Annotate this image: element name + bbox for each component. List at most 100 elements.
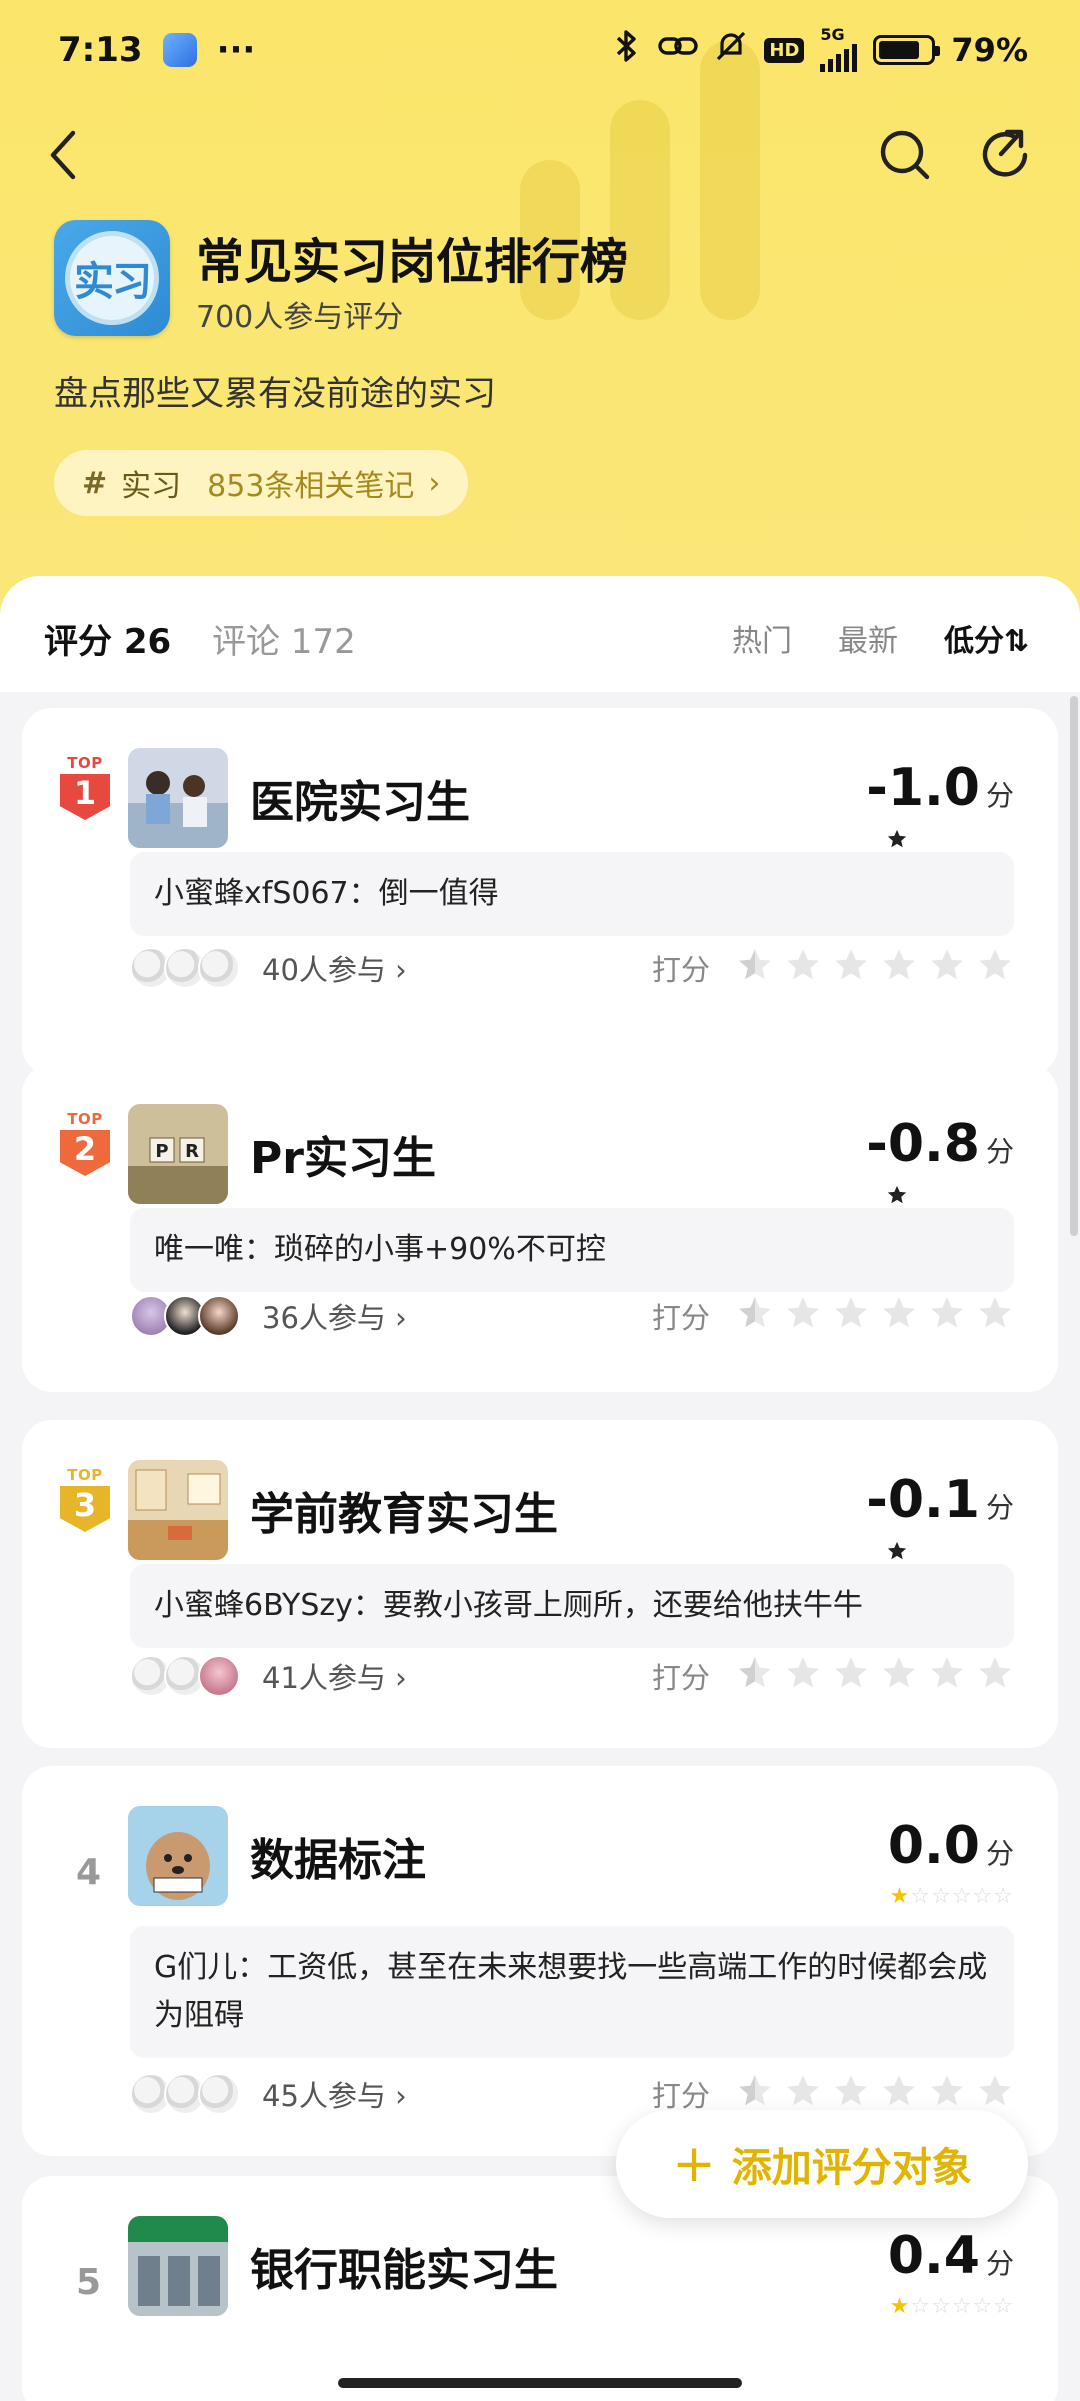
rate-star-icon[interactable] bbox=[928, 1654, 966, 1698]
page-title: 常见实习岗位排行榜 bbox=[196, 234, 629, 290]
svg-text:P: P bbox=[155, 1141, 168, 1162]
add-rating-target-label: 添加评分对象 bbox=[731, 2145, 972, 2191]
rate-star-icon[interactable] bbox=[880, 946, 918, 990]
rate-star-icon[interactable] bbox=[976, 946, 1014, 990]
item-score: -0.1 分 bbox=[866, 1470, 1014, 1530]
battery-percent: 79% bbox=[951, 31, 1028, 69]
topic-tag-link[interactable]: # 实习 853条相关笔记 › bbox=[54, 450, 469, 516]
item-name[interactable]: Pr实习生 bbox=[250, 1122, 436, 1186]
rate-star-icon[interactable] bbox=[784, 946, 822, 990]
top-comment[interactable]: G们儿：工资低，甚至在未来想要找一些高端工作的时候都会成为阻碍 bbox=[130, 1926, 1014, 2058]
rank-number: 2 bbox=[60, 1130, 110, 1176]
participants-link[interactable]: 45人参与 › bbox=[262, 2073, 407, 2115]
ranking-item-card[interactable]: TOP 3 学前教育实习生 -0.1 分小蜜蜂6BYSzy：要教小孩哥上厕所，还要给他扶… bbox=[22, 1420, 1058, 1748]
tabs-bar: 评分 26 评论 172 热门 最新 低分⇅ bbox=[0, 576, 1080, 692]
network-type: 5G bbox=[820, 25, 845, 44]
score-mini-stars: ★☆☆☆☆☆ bbox=[889, 2294, 1014, 2319]
participants-link[interactable]: 41人参与 › bbox=[262, 1655, 407, 1697]
hd-badge: HD bbox=[764, 37, 805, 63]
board-logo-text: 实习 bbox=[65, 231, 159, 325]
item-name[interactable]: 银行职能实习生 bbox=[250, 2234, 558, 2298]
rating-stars[interactable] bbox=[736, 1294, 1014, 1338]
score-value: 0.4 bbox=[887, 2226, 980, 2286]
rate-star-icon[interactable] bbox=[832, 1294, 870, 1338]
ranking-item-card[interactable]: 4 数据标注 0.0 分 ★☆☆☆☆☆ G们儿：工资低，甚至在未来想要找一些高端工作的时候… bbox=[22, 1766, 1058, 2156]
rate-star-icon[interactable] bbox=[736, 946, 774, 990]
item-thumbnail[interactable] bbox=[128, 1460, 228, 1560]
battery-icon bbox=[873, 35, 941, 65]
participants-link[interactable]: 36人参与 › bbox=[262, 1295, 407, 1337]
avatar bbox=[198, 2073, 240, 2115]
item-thumbnail[interactable] bbox=[128, 748, 228, 848]
score-value: -1.0 bbox=[866, 758, 980, 818]
sort-hot[interactable]: 热门 bbox=[732, 616, 792, 660]
item-score: 0.4 分 bbox=[888, 2226, 1014, 2286]
item-name[interactable]: 学前教育实习生 bbox=[250, 1478, 558, 1542]
avatar bbox=[198, 1295, 240, 1337]
board-logo: 实习 bbox=[54, 220, 170, 336]
meta-row: 41人参与 › 打分 bbox=[130, 1654, 1014, 1698]
rate-star-icon[interactable] bbox=[832, 1654, 870, 1698]
rate-star-icon[interactable] bbox=[880, 1294, 918, 1338]
item-thumbnail[interactable] bbox=[128, 2216, 228, 2316]
share-button[interactable] bbox=[972, 122, 1038, 188]
item-score: 0.0 分 bbox=[888, 1816, 1014, 1876]
scrollbar[interactable] bbox=[1070, 696, 1078, 1236]
rate-star-icon[interactable] bbox=[832, 946, 870, 990]
rate-star-icon[interactable] bbox=[976, 1654, 1014, 1698]
rank-badge: TOP 1 bbox=[60, 754, 110, 820]
avatar bbox=[198, 947, 240, 989]
rating-stars[interactable] bbox=[736, 1654, 1014, 1698]
rate-star-icon[interactable] bbox=[976, 2072, 1014, 2116]
item-name[interactable]: 医院实习生 bbox=[250, 766, 470, 830]
app-notification-icon bbox=[162, 33, 197, 67]
participant-avatars bbox=[130, 1655, 240, 1697]
tag-name: 实习 bbox=[121, 469, 182, 504]
top-comment[interactable]: 小蜜蜂xfS067：倒一值得 bbox=[130, 852, 1014, 936]
rank-top-label: TOP bbox=[67, 1110, 103, 1128]
sort-low-score[interactable]: 低分⇅ bbox=[944, 616, 1029, 660]
status-time: 7:13 bbox=[58, 30, 143, 70]
rank-top-label: TOP bbox=[67, 1466, 103, 1484]
sort-newest[interactable]: 最新 bbox=[838, 616, 898, 660]
rate-star-icon[interactable] bbox=[880, 1654, 918, 1698]
score-unit: 分 bbox=[985, 779, 1014, 812]
plus-icon: + bbox=[672, 2134, 716, 2194]
rate-star-icon[interactable] bbox=[784, 1654, 822, 1698]
item-score: -1.0 分 bbox=[866, 758, 1014, 818]
rate-star-icon[interactable] bbox=[784, 1294, 822, 1338]
rate-star-icon[interactable] bbox=[928, 946, 966, 990]
ranking-item-card[interactable]: TOP 2 P R Pr实习生 -0.8 分唯一唯：琐碎的小事+90%不可控 36人参与 › 打… bbox=[22, 1064, 1058, 1392]
item-name[interactable]: 数据标注 bbox=[250, 1824, 426, 1888]
participants-link[interactable]: 40人参与 › bbox=[262, 947, 407, 989]
rate-star-icon[interactable] bbox=[736, 1294, 774, 1338]
bluetooth-icon bbox=[612, 29, 642, 71]
top-comment[interactable]: 小蜜蜂6BYSzy：要教小孩哥上厕所，还要给他扶牛牛 bbox=[130, 1564, 1014, 1648]
mute-bell-icon bbox=[714, 29, 748, 71]
ranking-item-card[interactable]: TOP 1 医院实习生 -1.0 分小蜜蜂xfS067：倒一值得 40人参与 › 打分 bbox=[22, 708, 1058, 1076]
participant-avatars bbox=[130, 1295, 240, 1337]
rank-badge: TOP 3 bbox=[60, 1466, 110, 1532]
rank-top-label: TOP bbox=[67, 754, 103, 772]
top-comment[interactable]: 唯一唯：琐碎的小事+90%不可控 bbox=[130, 1208, 1014, 1292]
item-thumbnail[interactable] bbox=[128, 1806, 228, 1906]
rate-label: 打分 bbox=[651, 1301, 710, 1335]
participant-avatars bbox=[130, 2073, 240, 2115]
tab-ratings[interactable]: 评分 26 bbox=[44, 614, 171, 663]
cellular-signal: 5G bbox=[820, 25, 858, 72]
meta-row: 36人参与 › 打分 bbox=[130, 1294, 1014, 1338]
rate-star-icon[interactable] bbox=[928, 1294, 966, 1338]
rate-star-icon[interactable] bbox=[736, 1654, 774, 1698]
add-rating-target-button[interactable]: + 添加评分对象 bbox=[616, 2110, 1028, 2218]
tab-comments[interactable]: 评论 172 bbox=[212, 614, 356, 663]
home-indicator[interactable] bbox=[338, 2378, 742, 2388]
item-thumbnail[interactable]: PR bbox=[128, 1104, 228, 1204]
rate-star-icon[interactable] bbox=[976, 1294, 1014, 1338]
back-button[interactable] bbox=[30, 122, 96, 188]
status-bar: 7:13 ··· HD 5G 79% bbox=[0, 0, 1080, 100]
link-icon bbox=[658, 31, 699, 69]
search-button[interactable] bbox=[872, 122, 938, 188]
rating-stars[interactable] bbox=[736, 946, 1014, 990]
score-unit: 分 bbox=[985, 1135, 1014, 1168]
rank-number: 1 bbox=[60, 774, 110, 820]
